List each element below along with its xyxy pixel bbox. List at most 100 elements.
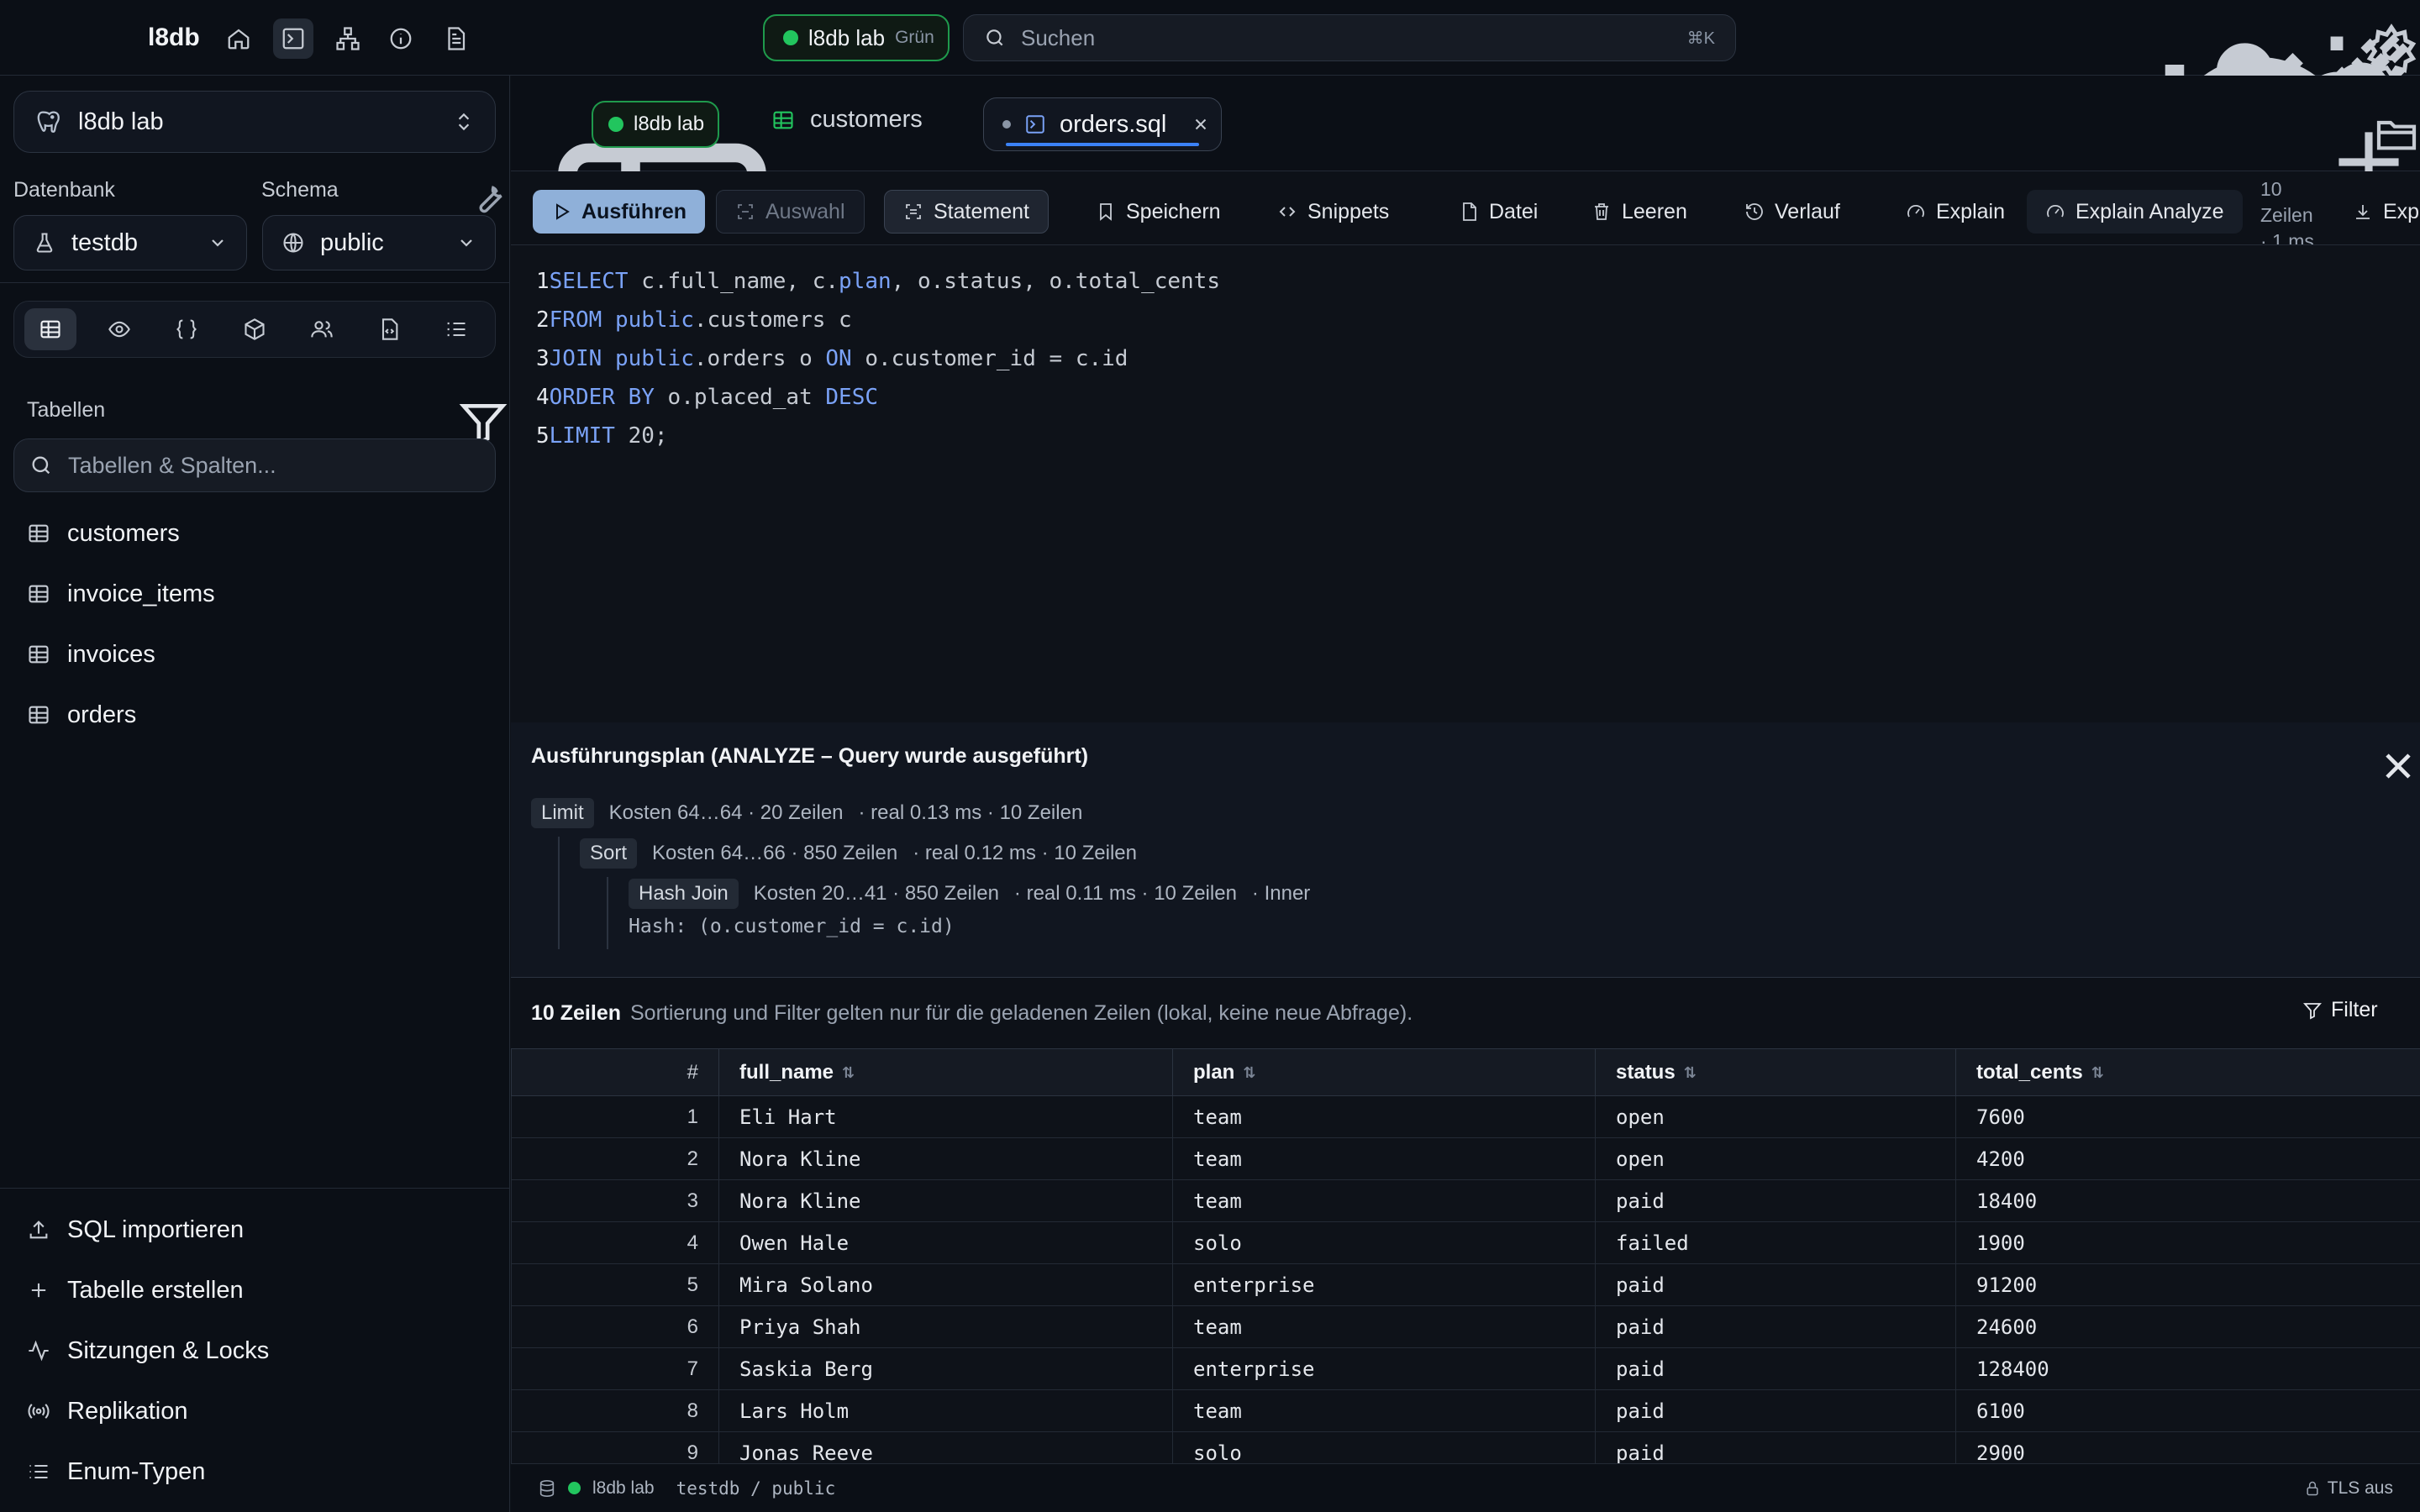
table-row[interactable]: 7 Saskia Berg enterprise paid 128400: [511, 1347, 2420, 1390]
cell-full-name[interactable]: Eli Hart: [718, 1095, 1173, 1138]
cell-status[interactable]: paid: [1595, 1389, 1956, 1432]
home-icon[interactable]: [218, 18, 259, 59]
table-row[interactable]: 2 Nora Kline team open 4200: [511, 1137, 2420, 1180]
create-table-action[interactable]: Tabelle erstellen: [27, 1269, 244, 1311]
cell-index[interactable]: 3: [511, 1179, 719, 1222]
table-row[interactable]: 4 Owen Hale solo failed 1900: [511, 1221, 2420, 1264]
cell-index[interactable]: 8: [511, 1389, 719, 1432]
cell-status[interactable]: open: [1595, 1137, 1956, 1180]
snippets-button[interactable]: Snippets: [1259, 190, 1407, 234]
cell-plan[interactable]: solo: [1172, 1431, 1596, 1463]
cell-index[interactable]: 7: [511, 1347, 719, 1390]
cell-index[interactable]: 1: [511, 1095, 719, 1138]
plan-node-hash-join[interactable]: Hash Join Kosten 20…41 · 850 Zeilen · re…: [629, 877, 1310, 911]
database-dropdown[interactable]: testdb: [13, 215, 247, 270]
run-statement-button[interactable]: Statement: [884, 190, 1049, 234]
tab-customers[interactable]: customers: [771, 106, 923, 134]
table-row[interactable]: 8 Lars Holm team paid 6100: [511, 1389, 2420, 1432]
cell-plan[interactable]: team: [1172, 1137, 1596, 1180]
tab-views-eye-icon[interactable]: [93, 308, 145, 350]
cell-plan[interactable]: team: [1172, 1095, 1596, 1138]
global-search[interactable]: Suchen ⌘K: [963, 14, 1736, 61]
cell-plan[interactable]: team: [1172, 1179, 1596, 1222]
cell-full-name[interactable]: Nora Kline: [718, 1179, 1173, 1222]
table-item-invoice-items[interactable]: invoice_items: [27, 573, 215, 615]
table-search-input[interactable]: [68, 452, 495, 479]
history-button[interactable]: Verlauf: [1726, 190, 1859, 234]
column-header-total-cents[interactable]: total_cents ⇅: [1955, 1048, 2420, 1096]
cell-total-cents[interactable]: 4200: [1955, 1137, 2420, 1180]
cell-full-name[interactable]: Priya Shah: [718, 1305, 1173, 1348]
tab-list-icon[interactable]: [430, 308, 482, 350]
document-icon[interactable]: [435, 18, 476, 59]
cell-index[interactable]: 6: [511, 1305, 719, 1348]
cell-plan[interactable]: team: [1172, 1305, 1596, 1348]
close-plan-icon[interactable]: [2376, 744, 2420, 788]
cell-total-cents[interactable]: 24600: [1955, 1305, 2420, 1348]
run-selection-button[interactable]: Auswahl: [716, 190, 865, 234]
open-folder-icon[interactable]: [2373, 111, 2420, 158]
plan-node-limit[interactable]: Limit Kosten 64…64 · 20 Zeilen · real 0.…: [531, 796, 1082, 830]
clear-button[interactable]: Leeren: [1573, 190, 1706, 234]
info-icon[interactable]: [381, 18, 421, 59]
cell-index[interactable]: 5: [511, 1263, 719, 1306]
connection-pill[interactable]: l8db lab Grün: [763, 14, 950, 61]
table-item-invoices[interactable]: invoices: [27, 633, 155, 675]
cell-full-name[interactable]: Lars Holm: [718, 1389, 1173, 1432]
sql-console-icon[interactable]: [273, 18, 313, 59]
sessions-locks-action[interactable]: Sitzungen & Locks: [27, 1330, 269, 1372]
settings-gear-icon[interactable]: [2363, 23, 2420, 80]
table-search[interactable]: [13, 438, 496, 492]
cell-full-name[interactable]: Nora Kline: [718, 1137, 1173, 1180]
cell-total-cents[interactable]: 128400: [1955, 1347, 2420, 1390]
cell-status[interactable]: paid: [1595, 1347, 1956, 1390]
cell-full-name[interactable]: Saskia Berg: [718, 1347, 1173, 1390]
cell-full-name[interactable]: Jonas Reeve: [718, 1431, 1173, 1463]
cell-total-cents[interactable]: 18400: [1955, 1179, 2420, 1222]
tab-scripts-file-code-icon[interactable]: [363, 308, 415, 350]
schema-diagram-icon[interactable]: [328, 18, 368, 59]
table-item-customers[interactable]: customers: [27, 512, 180, 554]
plan-node-sort[interactable]: Sort Kosten 64…66 · 850 Zeilen · real 0.…: [580, 837, 1137, 870]
cell-total-cents[interactable]: 6100: [1955, 1389, 2420, 1432]
tab-roles-users-icon[interactable]: [296, 308, 348, 350]
column-header-plan[interactable]: plan ⇅: [1172, 1048, 1596, 1096]
cell-status[interactable]: open: [1595, 1095, 1956, 1138]
column-header-status[interactable]: status ⇅: [1595, 1048, 1956, 1096]
table-row[interactable]: 6 Priya Shah team paid 24600: [511, 1305, 2420, 1348]
cell-status[interactable]: paid: [1595, 1305, 1956, 1348]
cell-total-cents[interactable]: 91200: [1955, 1263, 2420, 1306]
cell-plan[interactable]: enterprise: [1172, 1263, 1596, 1306]
cell-total-cents[interactable]: 2900: [1955, 1431, 2420, 1463]
import-sql-action[interactable]: SQL importieren: [27, 1209, 244, 1251]
cell-plan[interactable]: enterprise: [1172, 1347, 1596, 1390]
cell-plan[interactable]: solo: [1172, 1221, 1596, 1264]
result-filter-button[interactable]: Filter: [2302, 998, 2378, 1022]
column-header-index[interactable]: #: [511, 1048, 719, 1096]
sql-editor[interactable]: 1SELECT c.full_name, c.plan, o.status, o…: [511, 245, 2420, 722]
close-tab-icon[interactable]: [1192, 115, 1210, 134]
table-row[interactable]: 3 Nora Kline team paid 18400: [511, 1179, 2420, 1222]
table-item-orders[interactable]: orders: [27, 694, 136, 736]
file-button[interactable]: Datei: [1440, 190, 1556, 234]
table-row[interactable]: 1 Eli Hart team open 7600: [511, 1095, 2420, 1138]
explain-button[interactable]: Explain: [1887, 190, 2023, 234]
replication-action[interactable]: Replikation: [27, 1390, 187, 1432]
wrench-icon[interactable]: [471, 178, 509, 217]
cell-status[interactable]: paid: [1595, 1431, 1956, 1463]
cell-status[interactable]: paid: [1595, 1263, 1956, 1306]
cell-status[interactable]: paid: [1595, 1179, 1956, 1222]
connection-selector[interactable]: l8db lab: [13, 91, 496, 153]
tab-functions-braces-icon[interactable]: [160, 308, 213, 350]
cell-full-name[interactable]: Mira Solano: [718, 1263, 1173, 1306]
connection-tab[interactable]: l8db lab: [592, 101, 719, 148]
schema-dropdown[interactable]: public: [262, 215, 496, 270]
cell-total-cents[interactable]: 7600: [1955, 1095, 2420, 1138]
save-button[interactable]: Speichern: [1077, 190, 1239, 234]
enum-types-action[interactable]: Enum-Typen: [27, 1451, 205, 1493]
cell-status[interactable]: failed: [1595, 1221, 1956, 1264]
column-header-full-name[interactable]: full_name ⇅: [718, 1048, 1173, 1096]
table-row[interactable]: 5 Mira Solano enterprise paid 91200: [511, 1263, 2420, 1306]
run-button[interactable]: Ausführen: [533, 190, 705, 234]
cell-plan[interactable]: team: [1172, 1389, 1596, 1432]
